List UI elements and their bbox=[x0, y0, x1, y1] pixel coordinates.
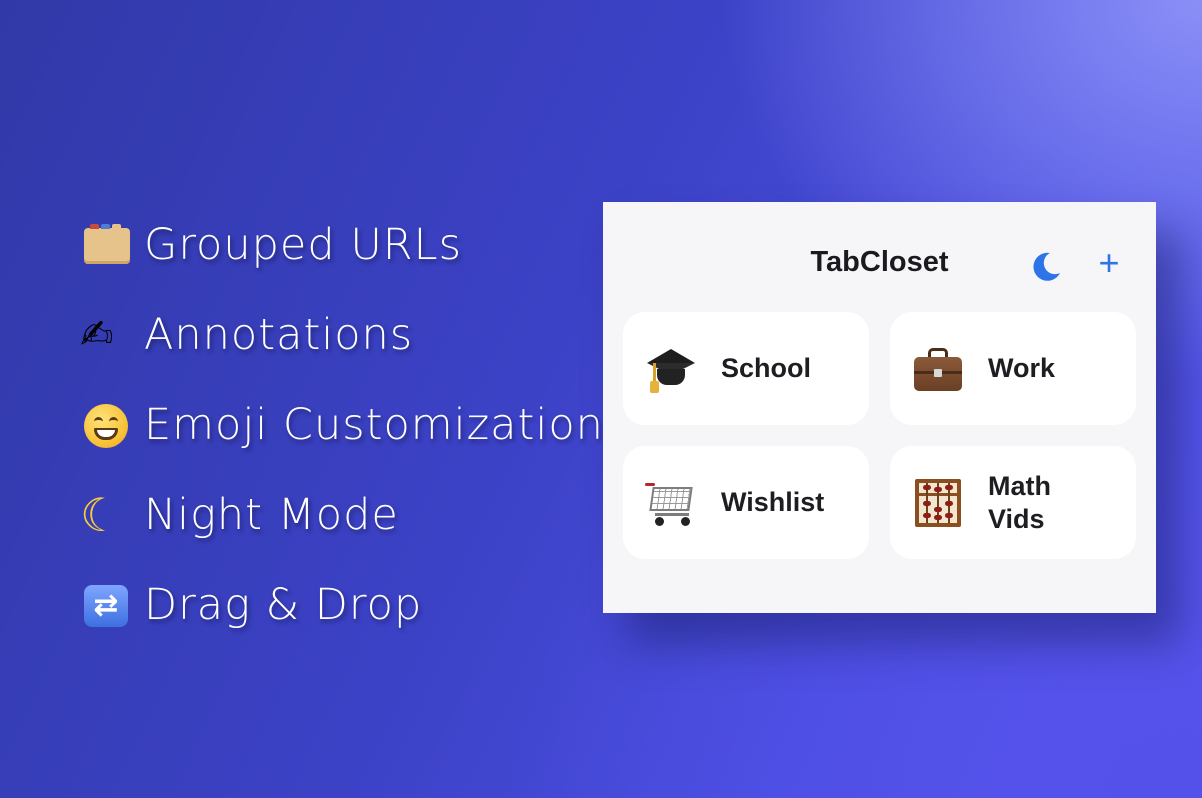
group-grid: School Work Wishlist Math Vids bbox=[623, 312, 1136, 559]
night-mode-toggle[interactable] bbox=[1030, 249, 1064, 283]
repeat-arrows-icon: ⇄ bbox=[80, 580, 134, 630]
extension-popup: TabCloset + School Work Wishlist Math Vi… bbox=[603, 202, 1156, 613]
group-card-work[interactable]: Work bbox=[890, 312, 1136, 425]
feature-label: Grouped URLs bbox=[144, 220, 463, 270]
app-title: TabCloset bbox=[810, 246, 949, 278]
group-card-wishlist[interactable]: Wishlist bbox=[623, 446, 869, 559]
feature-drag-and-drop: ⇄ Drag & Drop bbox=[80, 560, 570, 650]
feature-annotations: ✍ Annotations bbox=[80, 290, 570, 380]
feature-label: Emoji Customization bbox=[144, 400, 604, 450]
graduation-cap-icon bbox=[645, 343, 697, 395]
grinning-face-icon bbox=[80, 400, 134, 450]
group-card-school[interactable]: School bbox=[623, 312, 869, 425]
feature-grouped-urls: Grouped URLs bbox=[80, 200, 570, 290]
card-index-dividers-icon bbox=[80, 220, 134, 270]
popup-header: TabCloset + bbox=[603, 202, 1156, 312]
abacus-icon bbox=[912, 477, 964, 529]
add-group-button[interactable]: + bbox=[1094, 245, 1124, 281]
feature-list: Grouped URLs ✍ Annotations Emoji Customi… bbox=[80, 200, 603, 650]
moon-icon bbox=[1033, 252, 1060, 281]
feature-label: Night Mode bbox=[144, 490, 399, 540]
group-label: Wishlist bbox=[721, 487, 825, 517]
feature-label: Drag & Drop bbox=[144, 580, 423, 630]
briefcase-icon bbox=[912, 343, 964, 395]
feature-label: Annotations bbox=[144, 310, 414, 360]
crescent-moon-icon: ☾ bbox=[80, 488, 122, 542]
group-label: Math Vids bbox=[988, 470, 1051, 534]
group-label: School bbox=[721, 353, 812, 383]
group-label: Work bbox=[988, 353, 1056, 383]
writing-hand-icon: ✍ bbox=[80, 312, 114, 358]
group-card-math-vids[interactable]: Math Vids bbox=[890, 446, 1136, 559]
feature-night-mode: ☾ Night Mode bbox=[80, 470, 570, 560]
shopping-cart-icon bbox=[645, 477, 697, 529]
feature-emoji-customization: Emoji Customization bbox=[80, 380, 603, 470]
